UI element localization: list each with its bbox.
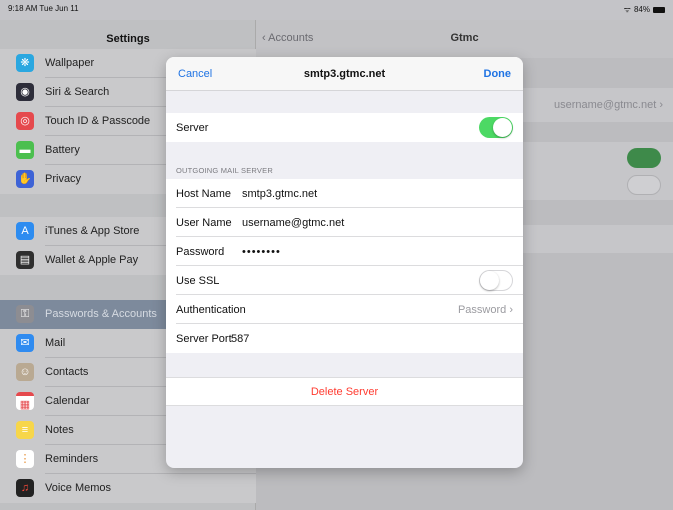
detail-navbar: ‹ Accounts Gtmc [256, 20, 673, 58]
hand-icon: ✋ [16, 170, 34, 188]
sidebar-item-label: Touch ID & Passcode [45, 115, 151, 127]
fingerprint-icon: ◎ [16, 112, 34, 130]
key-icon: ⚿ [16, 305, 34, 323]
use-ssl-toggle[interactable] [479, 270, 513, 291]
password-value[interactable]: •••••••• [242, 246, 281, 258]
notes-icon: ≡ [16, 421, 34, 439]
sidebar-item-label: Voice Memos [45, 482, 112, 494]
account-value: username@gtmc.net › [554, 99, 663, 111]
detail-title: Gtmc [450, 32, 479, 44]
host-name-row[interactable]: Host Name smtp3.gtmc.net [166, 179, 523, 208]
sidebar-item-label: iTunes & App Store [45, 225, 140, 237]
authentication-value: Password › [457, 304, 513, 316]
chevron-right-icon: › [509, 304, 513, 316]
status-time: 9:18 AM Tue Jun 11 [8, 4, 79, 13]
battery-percent: 84% [633, 5, 650, 14]
sidebar-item-label: Wallet & Apple Pay [45, 254, 139, 266]
wallpaper-icon: ❋ [16, 54, 34, 72]
sidebar-item-label: Siri & Search [45, 86, 110, 98]
wifi-icon: ᯤ [623, 5, 631, 14]
sidebar-item-label: Calendar [45, 395, 90, 407]
use-ssl-label: Use SSL [176, 275, 220, 287]
password-row[interactable]: Password •••••••• [166, 237, 523, 266]
server-label: Server [176, 122, 209, 134]
siri-icon: ◉ [16, 83, 34, 101]
server-toggle[interactable] [479, 117, 513, 138]
battery-icon [653, 6, 665, 13]
server-port-row[interactable]: Server Port 587 [166, 324, 523, 353]
use-ssl-row: Use SSL [166, 266, 523, 295]
sidebar-item-label: Contacts [45, 366, 89, 378]
sidebar-item-label: Notes [45, 424, 74, 436]
sidebar-item-label: Reminders [45, 453, 99, 465]
user-name-label: User Name [176, 217, 232, 229]
server-port-value[interactable]: 587 [231, 333, 249, 345]
toggle-knob [480, 271, 499, 290]
sidebar-item-label: Passwords & Accounts [45, 308, 157, 320]
host-name-label: Host Name [176, 188, 232, 200]
sidebar-item-label: Mail [45, 337, 66, 349]
voice-memos-icon: ♫ [16, 479, 34, 497]
sidebar-item-voice-memos[interactable]: ♫ Voice Memos [0, 474, 256, 503]
section-header: OUTGOING MAIL SERVER [176, 166, 273, 175]
user-name-value[interactable]: username@gtmc.net [242, 217, 344, 229]
delete-server-button[interactable]: Delete Server [166, 377, 523, 406]
server-port-label: Server Port [176, 333, 232, 345]
authentication-label: Authentication [176, 304, 246, 316]
user-name-row[interactable]: User Name username@gtmc.net [166, 208, 523, 237]
sidebar-item-label: Wallpaper [45, 57, 95, 69]
calendar-icon: ▦ [16, 392, 34, 411]
done-button[interactable]: Done [484, 68, 512, 80]
server-row: Server [166, 113, 523, 142]
detail-toggle-off[interactable] [627, 175, 661, 195]
contacts-icon: ☺ [16, 363, 34, 381]
modal-navbar: Cancel smtp3.gtmc.net Done [166, 57, 523, 91]
modal-title: smtp3.gtmc.net [303, 68, 386, 80]
status-right: ᯤ 84% [624, 4, 665, 15]
host-name-value[interactable]: smtp3.gtmc.net [242, 188, 317, 200]
app-store-icon: A [16, 222, 34, 240]
status-bar: 9:18 AM Tue Jun 11 ᯤ 84% [0, 0, 673, 20]
mail-icon: ✉ [16, 334, 34, 352]
sidebar-item-label: Battery [45, 144, 80, 156]
smtp-server-modal: Cancel smtp3.gtmc.net Done Server OUTGOI… [166, 57, 523, 468]
wallet-icon: ▤ [16, 251, 34, 269]
authentication-row[interactable]: Authentication Password › [166, 295, 523, 324]
toggle-knob [493, 118, 512, 137]
sidebar-item-label: Privacy [45, 173, 82, 185]
battery-icon: ▬ [16, 141, 34, 159]
detail-toggle-on[interactable] [627, 148, 661, 168]
password-label: Password [176, 246, 225, 258]
reminders-icon: ⋮ [16, 450, 34, 468]
